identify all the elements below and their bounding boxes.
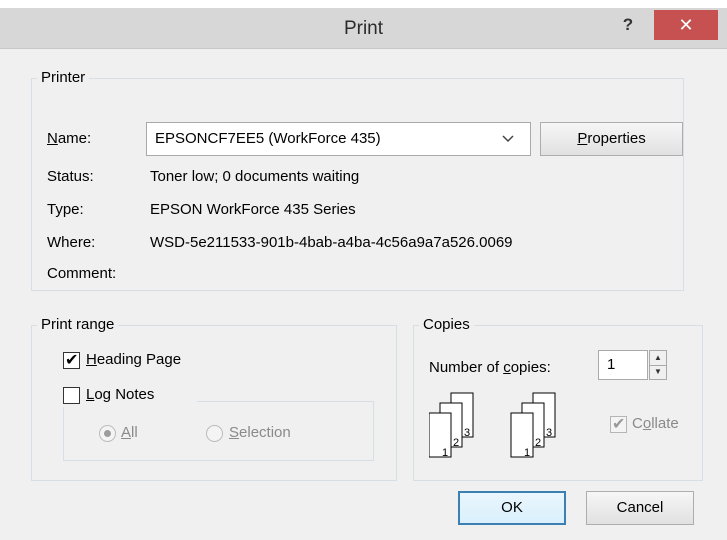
page-number-2a: 2 bbox=[453, 437, 459, 449]
name-label-rest: ame: bbox=[57, 130, 92, 147]
collate-accel: o bbox=[642, 415, 652, 432]
printer-group-label: Printer bbox=[37, 69, 90, 86]
collate-label[interactable]: Collate bbox=[632, 415, 679, 433]
log-notes-checkbox[interactable] bbox=[63, 387, 80, 404]
printer-name-value: EPSONCF7EE5 (WorkForce 435) bbox=[155, 130, 381, 147]
name-accel: N bbox=[47, 130, 58, 147]
printer-name-select[interactable]: EPSONCF7EE5 (WorkForce 435) bbox=[146, 122, 531, 156]
number-of-copies-pre: Number of bbox=[429, 359, 504, 376]
number-of-copies-post: opies: bbox=[510, 359, 551, 376]
number-of-copies-accel: c bbox=[503, 359, 511, 376]
ok-button[interactable]: OK bbox=[458, 491, 566, 525]
all-radio[interactable] bbox=[99, 425, 116, 442]
close-icon: ✕ bbox=[678, 15, 694, 35]
copies-input[interactable]: 1 bbox=[598, 350, 648, 380]
page-number-3b: 3 bbox=[546, 427, 552, 439]
selection-radio[interactable] bbox=[206, 425, 223, 442]
heading-page-label-rest: eading Page bbox=[96, 351, 182, 368]
name-label: Name: bbox=[47, 130, 91, 148]
help-button[interactable]: ? bbox=[610, 10, 646, 44]
print-range-group-label: Print range bbox=[37, 316, 119, 333]
title-bar: Print ? ✕ bbox=[0, 8, 727, 49]
spin-up-icon[interactable]: ▲ bbox=[650, 351, 666, 366]
page-number-2b: 2 bbox=[535, 437, 541, 449]
page-number-3a: 3 bbox=[464, 427, 470, 439]
all-label[interactable]: All bbox=[121, 424, 138, 442]
status-label: Status: bbox=[47, 168, 94, 185]
dialog-client: Printer Name: EPSONCF7EE5 (WorkForce 435… bbox=[9, 49, 718, 540]
heading-page-label[interactable]: Heading Page bbox=[86, 351, 181, 369]
cancel-button[interactable]: Cancel bbox=[586, 491, 694, 525]
where-label: Where: bbox=[47, 234, 96, 251]
number-of-copies-label: Number of copies: bbox=[429, 359, 551, 377]
all-accel: A bbox=[121, 424, 132, 441]
copies-group-label: Copies bbox=[419, 316, 474, 333]
status-value: Toner low; 0 documents waiting bbox=[150, 168, 360, 185]
all-label-rest: ll bbox=[131, 424, 138, 441]
collate-rest: llate bbox=[651, 415, 679, 432]
properties-label-rest: roperties bbox=[587, 130, 646, 147]
page-number-1a: 1 bbox=[442, 447, 448, 459]
type-label: Type: bbox=[47, 201, 84, 218]
heading-page-accel: H bbox=[86, 351, 97, 368]
spin-down-icon[interactable]: ▼ bbox=[650, 365, 666, 379]
copies-value: 1 bbox=[607, 356, 616, 373]
selection-label[interactable]: Selection bbox=[229, 424, 291, 442]
comment-label: Comment: bbox=[47, 265, 117, 282]
where-value: WSD-5e211533-901b-4bab-a4ba-4c56a9a7a526… bbox=[150, 234, 513, 251]
copies-spinner[interactable]: ▲ ▼ bbox=[649, 350, 667, 380]
selection-label-rest: election bbox=[239, 424, 291, 441]
close-button[interactable]: ✕ bbox=[654, 10, 718, 40]
log-notes-label[interactable]: Log Notes bbox=[86, 386, 154, 404]
print-dialog: Print ? ✕ Printer Name: EPSONCF7EE5 (Wor… bbox=[0, 8, 727, 540]
collate-illustration-icon: 3 2 1 3 2 1 bbox=[429, 392, 556, 459]
collate-pre: C bbox=[632, 415, 643, 432]
chevron-down-icon bbox=[497, 129, 519, 149]
properties-button[interactable]: Properties bbox=[540, 122, 683, 156]
log-notes-label-rest: og Notes bbox=[94, 386, 155, 403]
background-strip bbox=[0, 0, 727, 8]
heading-page-checkbox[interactable] bbox=[63, 350, 80, 370]
collate-checkbox[interactable] bbox=[610, 414, 627, 434]
properties-accel: P bbox=[577, 130, 588, 147]
selection-accel: S bbox=[229, 424, 240, 441]
page-number-1b: 1 bbox=[524, 447, 530, 459]
type-value: EPSON WorkForce 435 Series bbox=[150, 201, 356, 218]
